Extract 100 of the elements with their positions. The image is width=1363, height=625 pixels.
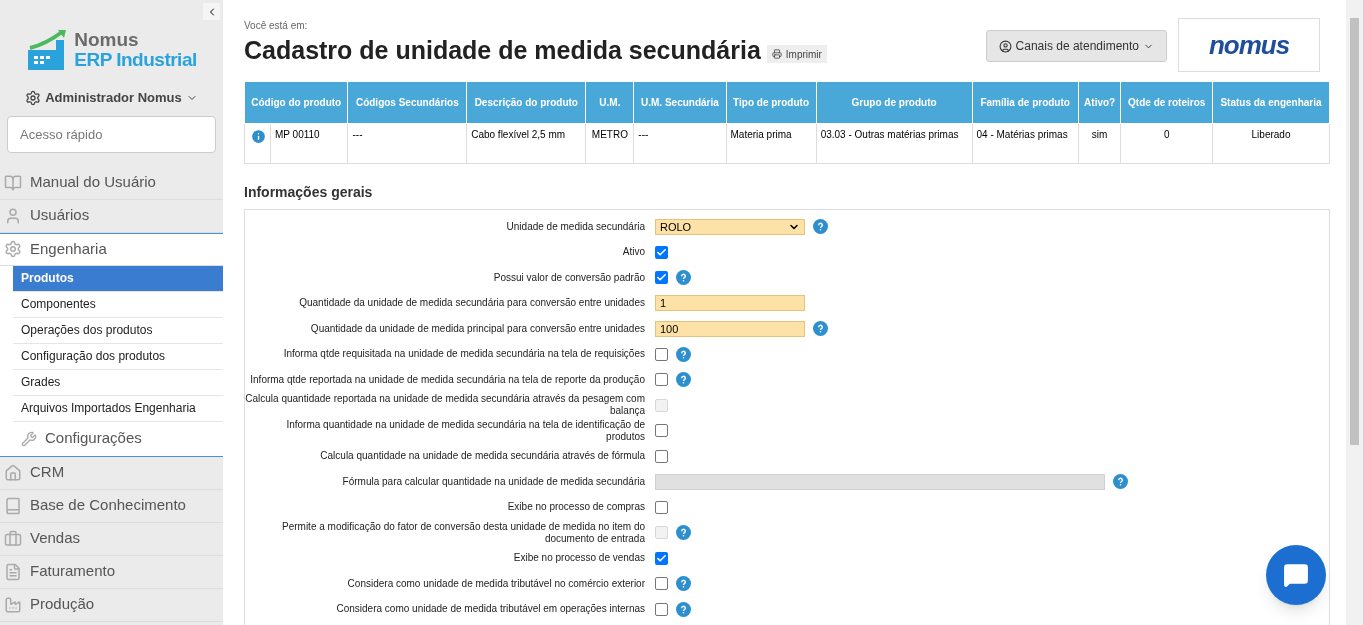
sidebar-item[interactable]: Usuários [0, 199, 223, 233]
table-cell: 04 - Matérias primas [972, 123, 1079, 164]
sidebar-item[interactable]: Configurações [13, 421, 223, 456]
nomus-logo: nomus [1178, 18, 1320, 72]
checkbox[interactable] [655, 245, 668, 259]
gear-icon [4, 240, 22, 258]
submenu-item[interactable]: Componentes [13, 291, 223, 318]
sidebar-item[interactable]: Faturamento [0, 555, 223, 589]
help-icon[interactable] [676, 372, 691, 388]
print-button[interactable]: Imprimir [766, 45, 827, 63]
house-icon [4, 463, 22, 482]
breadcrumb: Você está em: [244, 19, 309, 33]
table-cell: MP 00110 [270, 123, 348, 164]
sidebar-item[interactable]: Engenharia [0, 232, 223, 266]
table-cell: --- [633, 123, 726, 164]
table-cell: Materia prima [726, 123, 817, 164]
book-icon [4, 173, 22, 192]
section-title: Informações gerais [244, 183, 374, 202]
briefcase-icon [4, 529, 22, 548]
field-label: Quantidade da unidade de medida secundária para conversão entre unidades [298, 297, 646, 310]
collapse-button[interactable] [203, 3, 220, 20]
column-header: Código do produto [244, 81, 348, 124]
checkbox[interactable] [655, 577, 668, 591]
field-label: Possui valor de conversão padrão [492, 271, 646, 284]
table-cell: 0 [1120, 123, 1213, 164]
column-header: U.M. [585, 81, 634, 124]
wrench-icon [21, 430, 37, 447]
quick-access-field[interactable]: Acesso rápido [7, 115, 216, 153]
field-label: Fórmula para calcular quantidade na unidade de medida secundária [341, 475, 646, 488]
help-icon[interactable] [676, 346, 691, 362]
table-cell: --- [348, 123, 467, 164]
table-cell: sim [1078, 123, 1121, 164]
input-field[interactable]: 100 [655, 320, 805, 337]
submenu-item[interactable]: Produtos [13, 265, 223, 292]
checkbox[interactable] [655, 551, 668, 565]
checkbox[interactable] [655, 449, 668, 463]
column-header: Códigos Secundários [348, 81, 467, 124]
help-icon[interactable] [813, 321, 828, 337]
checkbox[interactable] [655, 373, 668, 387]
table-cell: 03.03 - Outras matérias primas [816, 123, 973, 164]
column-header: Grupo de produto [816, 81, 973, 124]
field-label: Informa qtde reportada na unidade de medida secundária na tela de reporte da produção [249, 373, 646, 386]
sidebar-item[interactable]: Base de Conhecimento [0, 489, 223, 523]
column-header: Status da engenharia [1212, 81, 1330, 124]
table-cell: METRO [585, 123, 634, 164]
checkbox[interactable] [655, 271, 668, 285]
chat-icon [1283, 562, 1309, 588]
field-label: Ativo [621, 246, 646, 259]
column-header: Tipo de produto [726, 81, 817, 124]
submenu-item[interactable]: Configuração dos produtos [13, 343, 223, 370]
field-label: Exibe no processo de compras [506, 501, 646, 514]
chat-button[interactable] [1266, 545, 1326, 605]
column-header: Família de produto [972, 81, 1079, 124]
user-menu[interactable]: Administrador Nomus [25, 88, 198, 108]
help-icon[interactable] [676, 601, 691, 617]
field-label: Exibe no processo de vendas [512, 552, 646, 565]
input-field[interactable]: 1 [655, 295, 805, 312]
brand-name: Nomus [74, 30, 140, 50]
user-circle-icon [998, 39, 1012, 53]
field-label: Informa quantidade na unidade de medida secundária na tela de identificação de produtos [285, 418, 646, 443]
book-icon [4, 496, 22, 515]
column-header: Qtde de roteiros [1120, 81, 1213, 124]
checkbox[interactable] [655, 347, 668, 361]
column-header: U.M. Secundária [633, 81, 726, 124]
field-label: Unidade de medida secundária [505, 220, 646, 233]
column-header: Descrição do produto [466, 81, 586, 124]
submenu-item[interactable]: Operações dos produtos [13, 317, 223, 344]
checkbox[interactable] [655, 500, 668, 514]
page-title: Cadastro de unidade de medida secundária [244, 35, 761, 65]
help-icon[interactable] [676, 270, 691, 286]
printer-icon [771, 49, 782, 59]
support-channels-button[interactable]: Canais de atendimento [985, 30, 1167, 62]
sidebar-item[interactable]: Manual do Usuário [0, 166, 223, 200]
column-header: Ativo? [1078, 81, 1121, 124]
checkbox[interactable] [655, 424, 668, 438]
help-icon[interactable] [1113, 474, 1128, 490]
field-label: Quantidade da unidade de medida principal para conversão entre unidades [309, 322, 646, 335]
brand-product: ERP Industrial [74, 50, 197, 70]
field-label: Considera como unidade de medida tributável no comércio exterior [346, 577, 646, 590]
sidebar-item[interactable]: Produção [0, 588, 223, 622]
factory-icon [4, 595, 22, 614]
field-label: Calcula quantidade na unidade de medida secundária através de fórmula [319, 450, 646, 463]
submenu-item[interactable]: Arquivos Importados Engenharia [13, 395, 223, 422]
document-icon [4, 562, 22, 581]
submenu-item[interactable]: Grades [13, 369, 223, 396]
table-cell: Cabo flexível 2,5 mm [466, 123, 586, 164]
help-icon[interactable] [813, 219, 828, 235]
formula-field[interactable] [655, 473, 1105, 490]
help-icon[interactable] [676, 576, 691, 592]
table-cell: Liberado [1212, 123, 1330, 164]
field-label: Permite a modificação do fator de conversão desta unidade de medida no item do documento de entrada [281, 520, 646, 545]
info-icon[interactable] [250, 128, 267, 145]
field-label: Calcula quantidade reportada na unidade de medida secundária através da pesagem com balança [245, 393, 646, 418]
sidebar-item[interactable]: CRM [0, 456, 223, 490]
gear-icon [25, 89, 42, 106]
field-label: Informa qtde requisitada na unidade de medida secundária na tela de requisições [282, 348, 646, 361]
unit-select[interactable]: ROLO [655, 218, 805, 235]
checkbox[interactable] [655, 602, 668, 616]
sidebar-item[interactable]: Vendas [0, 522, 223, 556]
user-icon [4, 206, 22, 225]
